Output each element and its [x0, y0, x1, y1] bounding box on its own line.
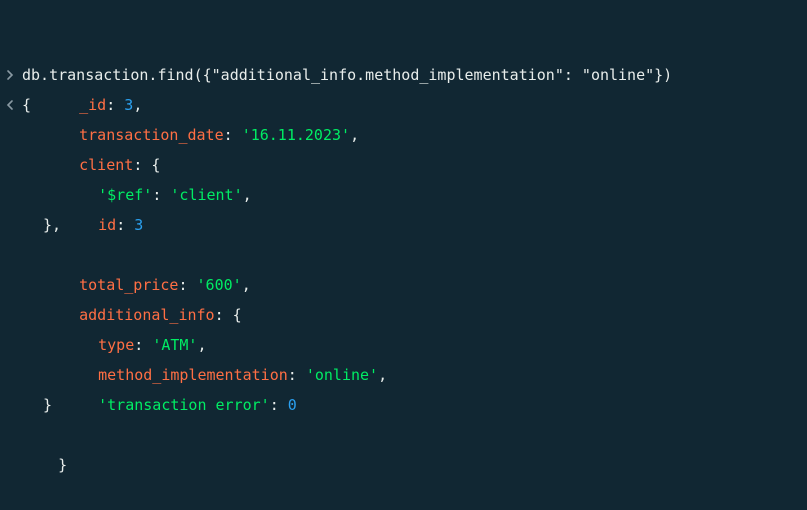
field-transaction-date: transaction_date: '16.11.2023', [79, 126, 360, 144]
field-client-ref: '$ref': 'client', [98, 186, 252, 204]
field-info-error: 'transaction error': 0 [98, 396, 297, 414]
field-key: id [98, 216, 117, 234]
field-total-price: total_price: '600', [79, 276, 251, 294]
info-close: } [43, 396, 53, 414]
field-info-type: type: 'ATM', [98, 336, 207, 354]
command-line[interactable]: db.transaction.find({"additional_info.me… [0, 0, 672, 84]
result-close-line: } [22, 420, 67, 474]
field-additional-info: additional_info: { [79, 306, 242, 324]
field-client: client: { [79, 156, 161, 174]
field-client-id: id: 3 [98, 216, 144, 234]
field-value: 0 [287, 396, 297, 414]
field-value: 'online' [305, 366, 379, 384]
field-id: _id: 3, [79, 96, 143, 114]
field-value: 3 [134, 216, 144, 234]
client-close: }, [43, 216, 62, 234]
field-info-method: method_implementation: 'online', [98, 366, 388, 384]
chevron-left-icon [4, 90, 16, 120]
result-open-line: { [0, 30, 36, 114]
close-brace: } [58, 456, 68, 474]
field-key: 'transaction error' [98, 396, 270, 414]
field-value: 'client' [170, 186, 243, 204]
open-brace: { [22, 96, 32, 114]
field-value: '16.11.2023' [241, 126, 351, 144]
mongo-shell: db.transaction.find({"additional_info.me… [0, 0, 807, 474]
